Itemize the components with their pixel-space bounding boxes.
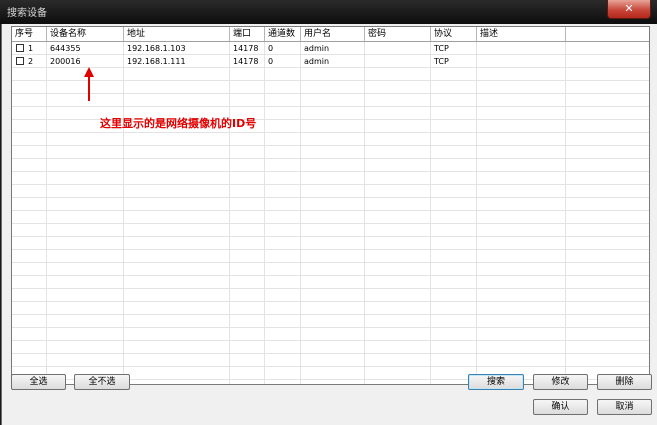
modify-button[interactable]: 修改 — [533, 374, 588, 390]
device-protocol: TCP — [434, 57, 449, 66]
column-header-port[interactable]: 端口 — [230, 27, 265, 41]
device-protocol: TCP — [434, 44, 449, 53]
dialog-body: 序号 设备名称 地址 端口 通道数 用户名 密码 协议 描述 1 644355 … — [1, 24, 657, 425]
device-channels: 0 — [268, 57, 274, 66]
device-table: 序号 设备名称 地址 端口 通道数 用户名 密码 协议 描述 1 644355 … — [11, 26, 650, 385]
device-port: 14178 — [233, 57, 259, 66]
annotation-text: 这里显示的是网络摄像机的ID号 — [100, 117, 257, 130]
row-checkbox[interactable] — [16, 44, 24, 52]
delete-button[interactable]: 删除 — [597, 374, 652, 390]
column-divider — [300, 42, 301, 384]
column-header-index[interactable]: 序号 — [12, 27, 47, 41]
column-divider — [123, 42, 124, 384]
row-index: 1 — [28, 44, 34, 53]
column-header-channels[interactable]: 通道数 — [265, 27, 301, 41]
device-description — [477, 55, 480, 68]
search-button[interactable]: 搜索 — [468, 374, 524, 390]
confirm-button[interactable]: 确认 — [533, 399, 588, 415]
row-index: 2 — [28, 57, 34, 66]
table-row[interactable]: 1 644355 192.168.1.103 14178 0 admin TCP — [12, 42, 649, 55]
title-bar: 搜索设备 ✕ — [0, 0, 657, 24]
device-name: 644355 — [50, 44, 81, 53]
cancel-button[interactable]: 取消 — [597, 399, 652, 415]
annotation-arrow-icon — [84, 67, 94, 101]
column-header-description[interactable]: 描述 — [477, 27, 566, 41]
table-row[interactable]: 2 200016 192.168.1.111 14178 0 admin TCP — [12, 55, 649, 68]
column-divider — [430, 42, 431, 384]
device-name: 200016 — [50, 57, 81, 66]
column-header-name[interactable]: 设备名称 — [47, 27, 124, 41]
column-divider — [46, 42, 47, 384]
close-icon: ✕ — [624, 2, 634, 15]
search-device-dialog: 搜索设备 ✕ 序号 设备名称 地址 端口 通道数 用户名 密码 协议 描述 1 … — [0, 0, 657, 425]
column-divider — [364, 42, 365, 384]
column-header-protocol[interactable]: 协议 — [431, 27, 477, 41]
device-password — [365, 55, 368, 68]
column-divider — [264, 42, 265, 384]
device-address: 192.168.1.111 — [127, 57, 186, 66]
window-title: 搜索设备 — [7, 8, 47, 19]
row-checkbox[interactable] — [16, 57, 24, 65]
device-user: admin — [304, 44, 330, 53]
column-divider — [476, 42, 477, 384]
select-none-button[interactable]: 全不选 — [74, 374, 130, 390]
column-divider — [565, 42, 566, 384]
table-header: 序号 设备名称 地址 端口 通道数 用户名 密码 协议 描述 — [12, 27, 649, 42]
column-header-password[interactable]: 密码 — [365, 27, 431, 41]
device-channels: 0 — [268, 44, 274, 53]
device-password — [365, 42, 368, 55]
column-header-user[interactable]: 用户名 — [301, 27, 365, 41]
device-port: 14178 — [233, 44, 259, 53]
device-description — [477, 42, 480, 55]
select-all-button[interactable]: 全选 — [11, 374, 66, 390]
column-header-address[interactable]: 地址 — [124, 27, 230, 41]
table-body — [12, 42, 649, 384]
column-divider — [229, 42, 230, 384]
device-address: 192.168.1.103 — [127, 44, 186, 53]
device-user: admin — [304, 57, 330, 66]
close-button[interactable]: ✕ — [607, 0, 651, 19]
